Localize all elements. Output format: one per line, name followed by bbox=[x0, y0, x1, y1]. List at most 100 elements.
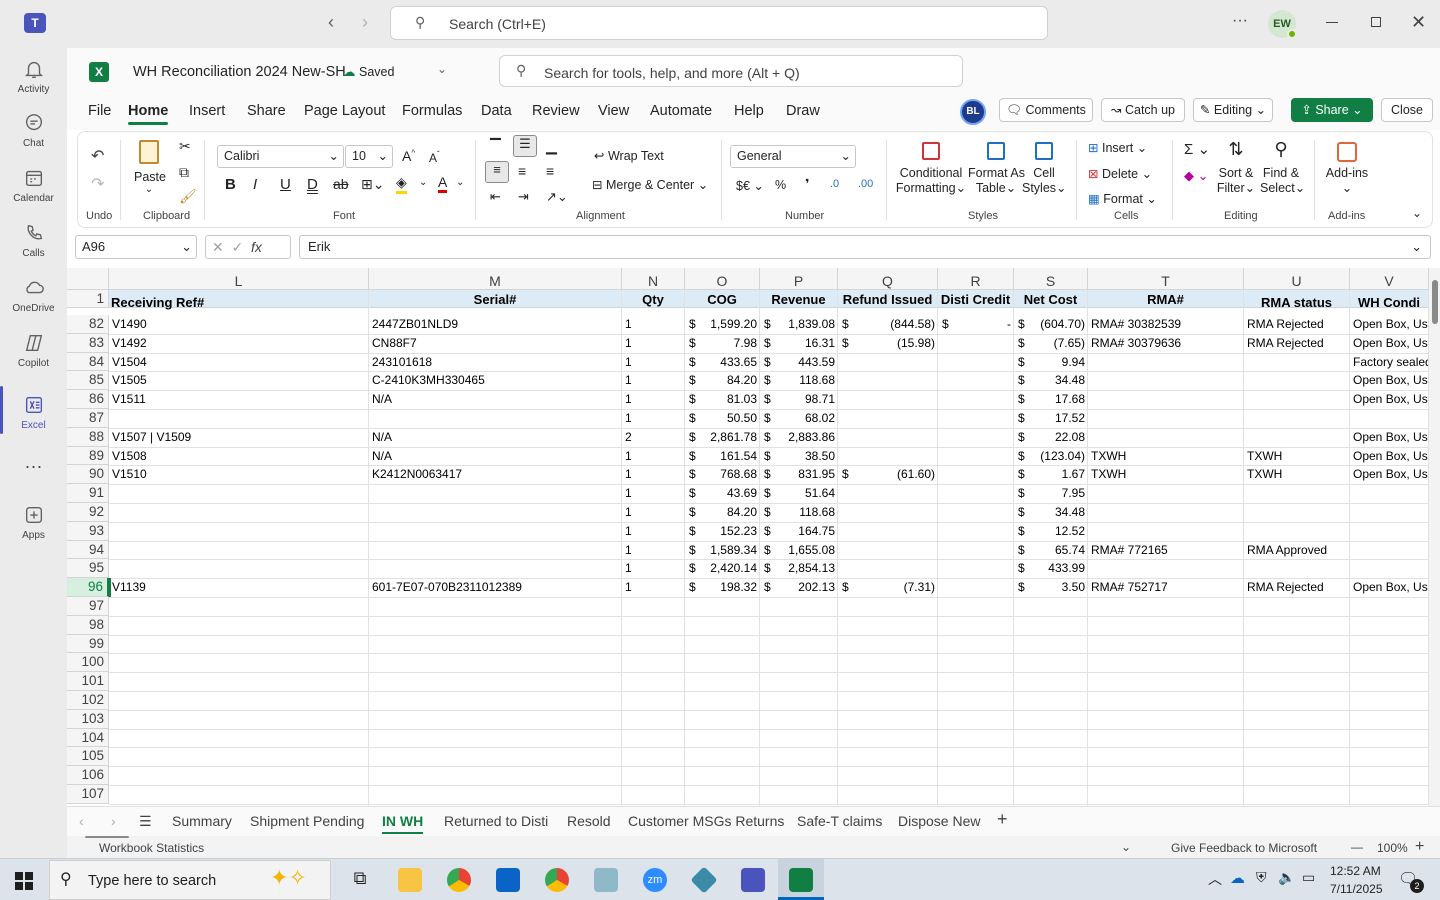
row-header[interactable]: 87 bbox=[67, 409, 109, 428]
name-box[interactable]: A96 ⌄ bbox=[75, 235, 197, 259]
borders-icon[interactable]: ⊞⌄ bbox=[361, 176, 384, 193]
security-tray-icon[interactable]: ⛨ bbox=[1256, 869, 1267, 886]
cell-serial[interactable]: K2412N0063417 bbox=[369, 465, 622, 484]
cell-qty[interactable]: 1 bbox=[622, 315, 685, 334]
align-top-icon[interactable]: ▔ bbox=[490, 138, 501, 155]
cell-rma-status[interactable]: TXWH bbox=[1244, 465, 1350, 484]
sheet-tab-customer-msgs-returns[interactable]: Customer MSGs Returns bbox=[628, 813, 784, 829]
windows-start-icon[interactable] bbox=[15, 872, 33, 890]
cell-revenue[interactable]: 118.68 bbox=[760, 371, 838, 390]
increase-font-icon[interactable]: A^ bbox=[402, 148, 415, 164]
autosum-icon[interactable]: Σ ⌄ bbox=[1184, 140, 1210, 158]
scrollbar-thumb[interactable] bbox=[1432, 280, 1438, 324]
row-header[interactable]: 96 bbox=[67, 578, 109, 597]
cell-wh-condition[interactable] bbox=[1350, 503, 1429, 522]
table-header-cell[interactable]: Net Cost bbox=[1014, 290, 1088, 308]
cell-rma-status[interactable] bbox=[1244, 390, 1350, 409]
cell-refund-issued[interactable]: (844.58) bbox=[838, 315, 938, 334]
cell-wh-condition[interactable]: Open Box, Use bbox=[1350, 390, 1429, 409]
cell-refund-issued[interactable]: (15.98) bbox=[838, 334, 938, 353]
cell-receiving-ref[interactable]: V1510 bbox=[109, 465, 369, 484]
tab-data[interactable]: Data bbox=[481, 103, 512, 119]
rail-calls[interactable]: Calls bbox=[0, 222, 67, 259]
cell-rma-status[interactable] bbox=[1244, 409, 1350, 428]
row-header[interactable]: 102 bbox=[67, 691, 109, 710]
minimize-icon[interactable] bbox=[1326, 22, 1338, 23]
row-header[interactable]: 105 bbox=[67, 747, 109, 767]
undo-icon[interactable]: ↶ bbox=[91, 146, 104, 166]
clear-icon[interactable]: ◆ ⌄ bbox=[1184, 168, 1209, 184]
table-header-cell[interactable]: Refund Issued bbox=[838, 290, 938, 308]
cell-cog[interactable]: 2,420.14 bbox=[685, 559, 760, 578]
cell-cog[interactable]: 152.23 bbox=[685, 522, 760, 541]
cell-cog[interactable]: 84.20 bbox=[685, 503, 760, 522]
cell-net-cost[interactable]: (123.04) bbox=[1014, 447, 1088, 466]
insert-function-icon[interactable]: fx bbox=[251, 239, 262, 255]
cell-qty[interactable]: 1 bbox=[622, 503, 685, 522]
cell-serial[interactable] bbox=[369, 484, 622, 503]
format-painter-icon[interactable]: 🖌 bbox=[179, 188, 197, 205]
percent-format-button[interactable]: % bbox=[775, 178, 786, 192]
cell-qty[interactable]: 1 bbox=[622, 409, 685, 428]
merge-center-button[interactable]: ⊟ Merge & Center ⌄ bbox=[592, 177, 708, 192]
comments-button[interactable]: 🗨 Comments bbox=[999, 98, 1093, 122]
cell-wh-condition[interactable]: Open Box, Use bbox=[1350, 578, 1429, 597]
cell-qty[interactable]: 1 bbox=[622, 371, 685, 390]
row-header[interactable]: 91 bbox=[67, 484, 109, 503]
column-header-u[interactable]: U bbox=[1244, 268, 1350, 290]
cell-wh-condition[interactable]: Open Box, Use bbox=[1350, 465, 1429, 484]
tab-page-layout[interactable]: Page Layout bbox=[304, 103, 385, 119]
cell-serial[interactable]: 243101618 bbox=[369, 353, 622, 372]
cell-revenue[interactable]: 1,839.08 bbox=[760, 315, 838, 334]
cell-cog[interactable]: 2,861.78 bbox=[685, 428, 760, 447]
paste-button[interactable]: Paste ⌄ bbox=[134, 140, 166, 195]
column-header-n[interactable]: N bbox=[622, 268, 685, 290]
row-header[interactable]: 103 bbox=[67, 709, 109, 729]
cell-rma[interactable]: TXWH bbox=[1088, 447, 1244, 466]
cell-serial[interactable]: N/A bbox=[369, 428, 622, 447]
cell-revenue[interactable]: 831.95 bbox=[760, 465, 838, 484]
delete-cells-button[interactable]: ⊠ Delete ⌄ bbox=[1088, 166, 1152, 181]
rail-onedrive[interactable]: OneDrive bbox=[0, 277, 67, 314]
cell-wh-condition[interactable] bbox=[1350, 522, 1429, 541]
prev-sheet-icon[interactable]: ‹ bbox=[79, 813, 84, 829]
tab-insert[interactable]: Insert bbox=[189, 103, 225, 119]
cell-wh-condition[interactable]: Open Box, Use bbox=[1350, 428, 1429, 447]
cell-rma[interactable]: RMA# 752717 bbox=[1088, 578, 1244, 597]
cell-cog[interactable]: 1,589.34 bbox=[685, 541, 760, 560]
cancel-icon[interactable]: ✕ bbox=[212, 239, 224, 255]
cell-qty[interactable]: 1 bbox=[622, 390, 685, 409]
taskbar-search-box[interactable]: ⚲ Type here to search ✦✧ bbox=[49, 860, 331, 900]
teams-logo-icon[interactable]: T bbox=[24, 13, 46, 33]
zoom-app-icon[interactable]: zm bbox=[643, 868, 667, 892]
align-left-icon[interactable]: ≡ bbox=[485, 161, 509, 183]
cell-receiving-ref[interactable]: V1505 bbox=[109, 371, 369, 390]
cell-wh-condition[interactable]: Open Box, Use bbox=[1350, 447, 1429, 466]
addins-button[interactable]: Add-ins ⌄ bbox=[1324, 142, 1370, 196]
double-underline-icon[interactable]: D bbox=[307, 176, 318, 193]
cell-net-cost[interactable]: 34.48 bbox=[1014, 371, 1088, 390]
tab-file[interactable]: File bbox=[88, 103, 111, 119]
title-dropdown-icon[interactable]: ⌄ bbox=[437, 62, 447, 76]
cell-receiving-ref[interactable] bbox=[109, 503, 369, 522]
rail-calendar[interactable]: Calendar bbox=[0, 167, 67, 204]
cell-cog[interactable]: 84.20 bbox=[685, 371, 760, 390]
cell-receiving-ref[interactable]: V1504 bbox=[109, 353, 369, 372]
row-header[interactable]: 92 bbox=[67, 503, 109, 522]
table-header-cell[interactable]: Qty bbox=[622, 290, 685, 308]
cell-serial[interactable] bbox=[369, 503, 622, 522]
cell-rma[interactable] bbox=[1088, 371, 1244, 390]
spreadsheet-grid[interactable]: L M N O P Q R S T U V 1 Receiving Ref# Serial# Qty COG R… bbox=[67, 268, 1440, 843]
sheet-tab-dispose-new[interactable]: Dispose New bbox=[898, 813, 980, 829]
collab-avatar[interactable]: BL bbox=[960, 99, 986, 125]
close-button[interactable]: Close bbox=[1381, 98, 1433, 122]
cell-cog[interactable]: 198.32 bbox=[685, 578, 760, 597]
row-header[interactable]: 83 bbox=[67, 333, 109, 353]
workbook-statistics[interactable]: Workbook Statistics bbox=[99, 841, 204, 855]
cell-cog[interactable]: 43.69 bbox=[685, 484, 760, 503]
cell-wh-condition[interactable]: Open Box, Use bbox=[1350, 371, 1429, 390]
tools-search-box[interactable]: ⚲ Search for tools, help, and more (Alt … bbox=[499, 55, 963, 87]
vertical-scrollbar[interactable] bbox=[1429, 268, 1440, 843]
zoom-in-icon[interactable]: + bbox=[1415, 838, 1424, 856]
cell-net-cost[interactable]: 65.74 bbox=[1014, 541, 1088, 560]
